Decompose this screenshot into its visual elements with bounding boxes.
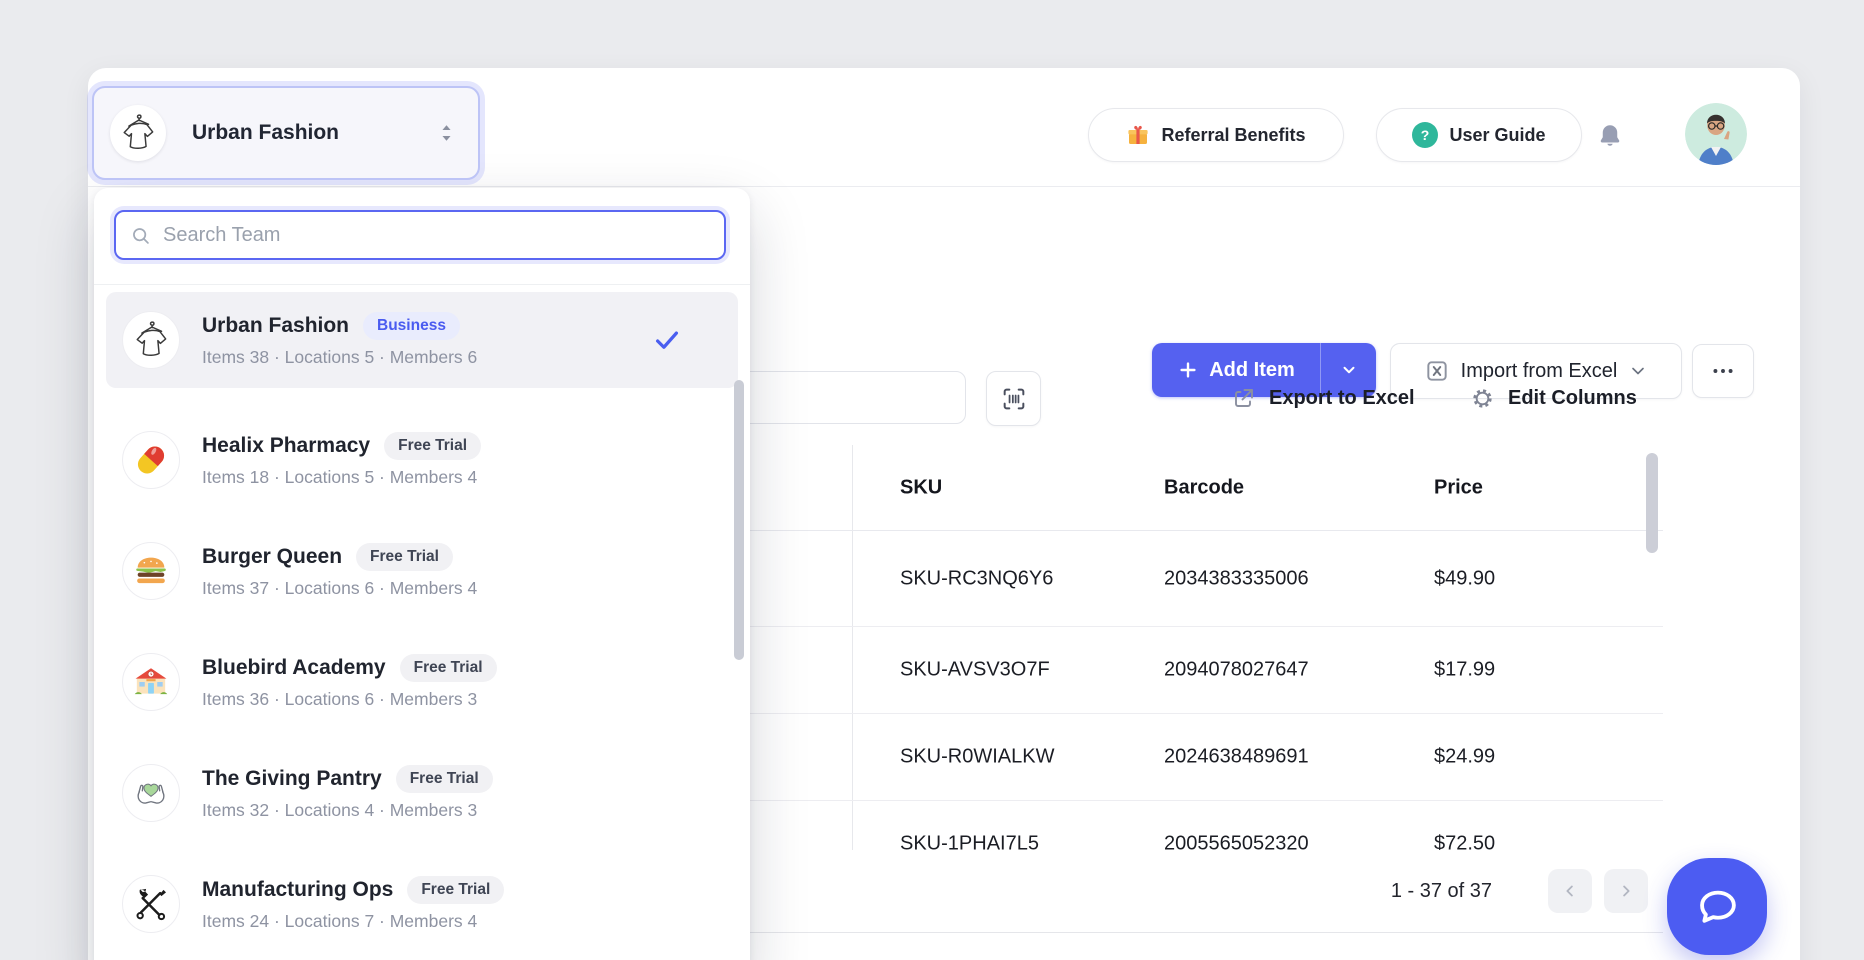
cell-sku: SKU-1PHAI7L5: [900, 833, 1039, 851]
bell-icon: [1596, 122, 1624, 150]
cell-barcode: 2024638489691: [1164, 746, 1309, 769]
cell-sku: SKU-AVSV3O7F: [900, 659, 1050, 682]
team-selector-label: Urban Fashion: [192, 121, 339, 145]
column-header-barcode[interactable]: Barcode: [1164, 476, 1244, 499]
team-name: Urban Fashion: [202, 314, 349, 338]
chat-icon: [1694, 884, 1740, 930]
column-header-sku[interactable]: SKU: [900, 476, 942, 499]
plan-badge: Free Trial: [396, 765, 493, 793]
barcode-scan-button[interactable]: [986, 371, 1041, 426]
team-meta: Items 32 · Locations 4 · Members 3: [202, 800, 493, 821]
notifications-button[interactable]: [1588, 114, 1632, 158]
team-meta: Items 37 · Locations 6 · Members 4: [202, 578, 477, 599]
team-meta: Items 18 · Locations 5 · Members 4: [202, 467, 481, 488]
plan-badge: Free Trial: [356, 543, 453, 571]
team-name: Bluebird Academy: [202, 656, 386, 680]
search-icon: [130, 225, 151, 246]
cell-barcode: 2005565052320: [1164, 833, 1309, 851]
team-search-field[interactable]: [114, 210, 726, 260]
chat-widget-button[interactable]: [1667, 858, 1767, 955]
column-header-price[interactable]: Price: [1434, 476, 1483, 499]
cell-price: $72.50: [1434, 833, 1495, 851]
pagination-label: 1 - 37 of 37: [1391, 880, 1492, 903]
table-scrollbar[interactable]: [1646, 453, 1658, 553]
pill-icon: [131, 440, 171, 480]
pagination-bar: 1 - 37 of 37: [620, 850, 1663, 933]
team-name: Manufacturing Ops: [202, 878, 393, 902]
gift-icon: [1126, 123, 1150, 147]
cell-price: $49.90: [1434, 567, 1495, 590]
team-meta: Items 24 · Locations 7 · Members 4: [202, 911, 504, 932]
school-icon: [131, 662, 171, 702]
table-row[interactable]: SKU-AVSV3O7F 2094078027647 $17.99: [620, 627, 1663, 714]
dropdown-scrollbar[interactable]: [734, 380, 744, 660]
user-guide-label: User Guide: [1449, 125, 1545, 146]
cell-barcode: 2034383335006: [1164, 567, 1309, 590]
more-options-button[interactable]: [1692, 344, 1754, 398]
plan-badge: Business: [363, 312, 460, 340]
next-page-button[interactable]: [1604, 869, 1648, 913]
user-avatar[interactable]: [1685, 103, 1747, 165]
team-meta: Items 36 · Locations 6 · Members 3: [202, 689, 497, 710]
cell-price: $24.99: [1434, 746, 1495, 769]
referral-benefits-button[interactable]: Referral Benefits: [1088, 108, 1344, 162]
chevron-right-icon: [1617, 882, 1635, 900]
export-to-excel-button[interactable]: Export to Excel: [1232, 372, 1415, 424]
plan-badge: Free Trial: [407, 876, 504, 904]
hands-heart-icon: [131, 773, 171, 813]
app-root: Referral Benefits ? User Guide: [0, 0, 1864, 960]
plus-icon: [1177, 359, 1199, 381]
excel-icon: [1424, 358, 1450, 384]
table-row[interactable]: SKU-1PHAI7L5 2005565052320 $72.50: [620, 801, 1663, 850]
previous-page-button[interactable]: [1548, 869, 1592, 913]
team-option-healix-pharmacy[interactable]: Healix Pharmacy Free Trial Items 18 · Lo…: [106, 404, 738, 515]
table-header: SKU Barcode Price: [620, 445, 1663, 531]
avatar-photo: [1685, 103, 1747, 165]
cell-sku: SKU-R0WIALKW: [900, 746, 1054, 769]
check-icon: [652, 325, 682, 355]
question-icon: ?: [1412, 122, 1438, 148]
gear-icon: [1470, 386, 1495, 411]
edit-columns-label: Edit Columns: [1508, 387, 1637, 410]
burger-icon: [131, 551, 171, 591]
edit-columns-button[interactable]: Edit Columns: [1470, 372, 1637, 424]
table-row[interactable]: SKU-R0WIALKW 2024638489691 $24.99: [620, 714, 1663, 801]
team-option-burger-queen[interactable]: Burger Queen Free Trial Items 37 · Locat…: [106, 515, 738, 626]
team-option-manufacturing-ops[interactable]: Manufacturing Ops Free Trial Items 24 · …: [106, 848, 738, 959]
team-search-input[interactable]: [161, 223, 710, 248]
svg-text:?: ?: [1421, 127, 1430, 143]
cell-barcode: 2094078027647: [1164, 659, 1309, 682]
team-list: Urban Fashion Business Items 38 · Locati…: [106, 292, 738, 959]
user-guide-button[interactable]: ? User Guide: [1376, 108, 1582, 162]
sort-icon: [439, 122, 454, 144]
team-selector[interactable]: Urban Fashion: [92, 86, 480, 180]
referral-benefits-label: Referral Benefits: [1161, 125, 1305, 146]
team-meta: Items 38 · Locations 5 · Members 6: [202, 347, 477, 368]
team-name: Burger Queen: [202, 545, 342, 569]
team-name: The Giving Pantry: [202, 767, 382, 791]
team-dropdown: Urban Fashion Business Items 38 · Locati…: [94, 188, 750, 960]
tshirt-icon: [116, 111, 160, 155]
team-name: Healix Pharmacy: [202, 434, 370, 458]
tshirt-icon: [129, 318, 173, 362]
cell-sku: SKU-RC3NQ6Y6: [900, 567, 1053, 590]
table-row[interactable]: SKU-RC3NQ6Y6 2034383335006 $49.90: [620, 531, 1663, 627]
items-table: SKU Barcode Price SKU-RC3NQ6Y6 203438333…: [620, 445, 1663, 850]
cell-price: $17.99: [1434, 659, 1495, 682]
chevron-left-icon: [1561, 882, 1579, 900]
tools-icon: [131, 884, 171, 924]
export-icon: [1232, 386, 1256, 410]
barcode-scan-icon: [1000, 385, 1028, 413]
plan-badge: Free Trial: [384, 432, 481, 460]
team-option-bluebird-academy[interactable]: Bluebird Academy Free Trial Items 36 · L…: [106, 626, 738, 737]
plan-badge: Free Trial: [400, 654, 497, 682]
team-option-the-giving-pantry[interactable]: The Giving Pantry Free Trial Items 32 · …: [106, 737, 738, 848]
more-options-icon: [1710, 358, 1736, 384]
export-to-excel-label: Export to Excel: [1269, 387, 1415, 410]
divider: [94, 284, 750, 285]
team-option-urban-fashion[interactable]: Urban Fashion Business Items 38 · Locati…: [106, 292, 738, 388]
